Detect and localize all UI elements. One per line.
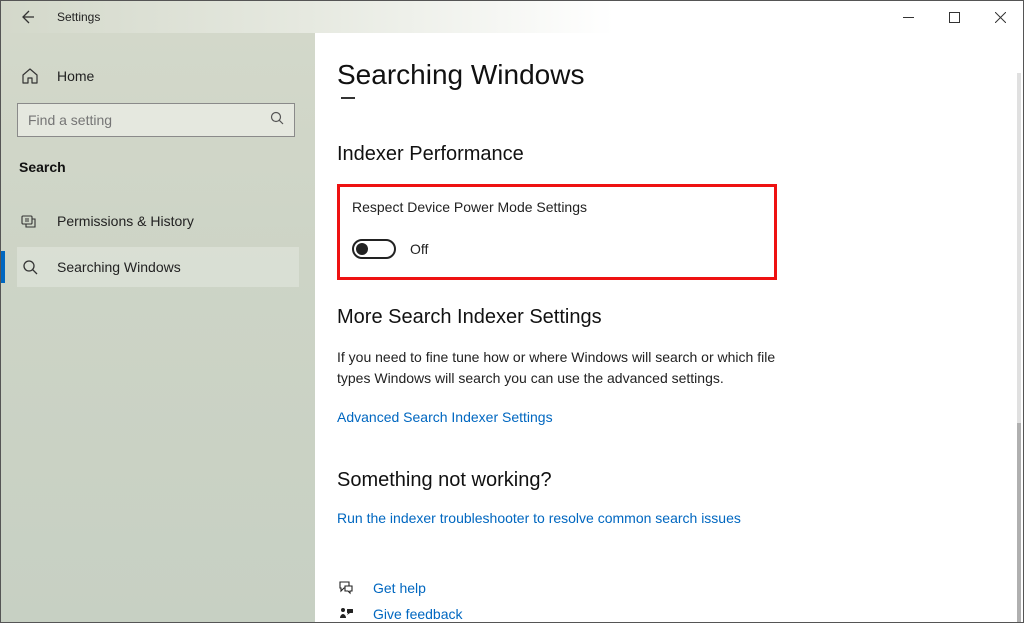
advanced-indexer-link[interactable]: Advanced Search Indexer Settings <box>337 409 553 425</box>
search-input[interactable] <box>28 112 270 128</box>
troubleshooter-link[interactable]: Run the indexer troubleshooter to resolv… <box>337 510 741 526</box>
get-help-row[interactable]: Get help <box>337 580 1003 596</box>
give-feedback-row[interactable]: Give feedback <box>337 606 1003 622</box>
window-title: Settings <box>57 10 100 24</box>
sidebar: Home Search Permissions & History Se <box>1 33 315 622</box>
highlighted-section: Respect Device Power Mode Settings Off <box>337 184 777 280</box>
title-underline <box>341 97 355 99</box>
get-help-link: Get help <box>373 580 426 596</box>
permissions-icon <box>21 212 39 230</box>
home-icon <box>21 67 39 85</box>
feedback-icon <box>337 606 355 622</box>
sidebar-home[interactable]: Home <box>21 67 299 85</box>
more-settings-description: If you need to fine tune how or where Wi… <box>337 347 797 389</box>
sidebar-item-permissions-history[interactable]: Permissions & History <box>17 201 299 241</box>
sidebar-category-label: Search <box>19 159 299 175</box>
power-mode-toggle-row: Off <box>352 239 762 259</box>
power-mode-toggle[interactable] <box>352 239 396 259</box>
toggle-knob <box>356 243 368 255</box>
titlebar: Settings <box>1 1 1023 33</box>
titlebar-left: Settings <box>19 9 100 25</box>
maximize-button[interactable] <box>931 1 977 33</box>
sidebar-item-searching-windows[interactable]: Searching Windows <box>17 247 299 287</box>
page-title: Searching Windows <box>337 59 1003 91</box>
give-feedback-link: Give feedback <box>373 606 463 622</box>
content-scrollbar[interactable] <box>1017 73 1021 622</box>
minimize-button[interactable] <box>885 1 931 33</box>
section-heading-indexer-performance: Indexer Performance <box>337 143 1003 166</box>
section-heading-troubleshoot: Something not working? <box>337 469 1003 492</box>
sidebar-item-label: Permissions & History <box>57 213 194 229</box>
section-heading-more-settings: More Search Indexer Settings <box>337 306 1003 329</box>
home-label: Home <box>57 68 94 84</box>
window-controls <box>885 1 1023 33</box>
find-setting-search[interactable] <box>17 103 295 137</box>
toggle-label: Respect Device Power Mode Settings <box>352 199 762 215</box>
close-button[interactable] <box>977 1 1023 33</box>
sidebar-item-label: Searching Windows <box>57 259 181 275</box>
search-icon <box>270 111 284 130</box>
scrollbar-thumb[interactable] <box>1017 423 1021 622</box>
content-pane: Searching Windows Indexer Performance Re… <box>315 33 1023 622</box>
body-area: Home Search Permissions & History Se <box>1 33 1023 622</box>
chat-icon <box>337 580 355 596</box>
toggle-state-label: Off <box>410 241 428 257</box>
search-icon <box>21 259 39 276</box>
settings-window: Settings Home <box>0 0 1024 623</box>
back-button[interactable] <box>19 9 35 25</box>
